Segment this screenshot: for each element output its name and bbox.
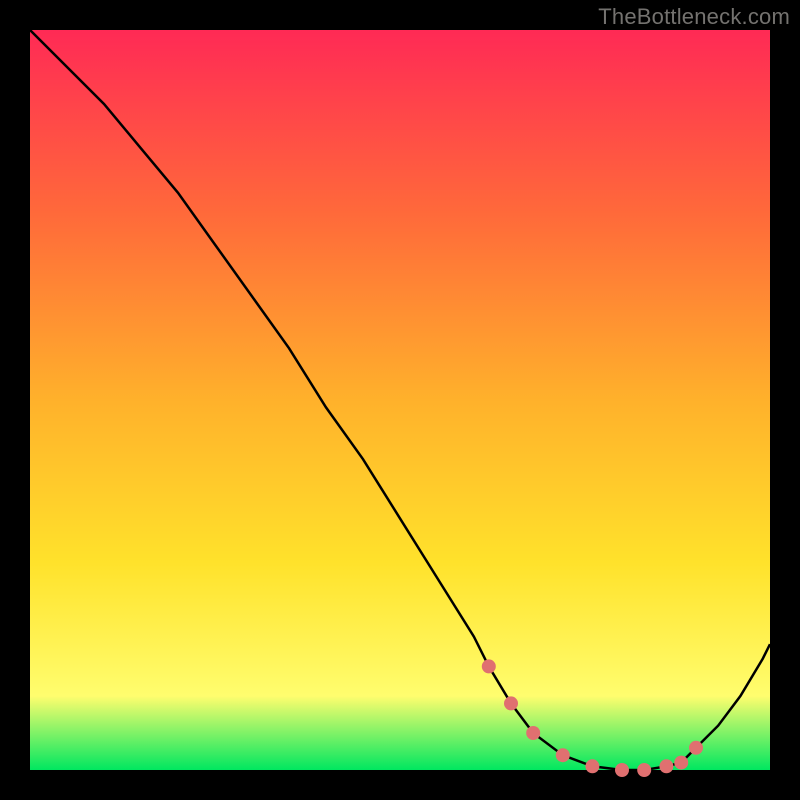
highlight-dot (637, 763, 651, 777)
highlight-dot (482, 659, 496, 673)
highlight-dot (526, 726, 540, 740)
highlight-dot (556, 748, 570, 762)
highlight-dot (659, 759, 673, 773)
highlight-dot (585, 759, 599, 773)
highlight-dot (689, 741, 703, 755)
plot-background (30, 30, 770, 770)
chart-stage: { "watermark": "TheBottleneck.com", "col… (0, 0, 800, 800)
highlight-dot (504, 696, 518, 710)
highlight-dot (674, 756, 688, 770)
highlight-dot (615, 763, 629, 777)
watermark-text: TheBottleneck.com (598, 4, 790, 30)
bottleneck-chart (0, 0, 800, 800)
